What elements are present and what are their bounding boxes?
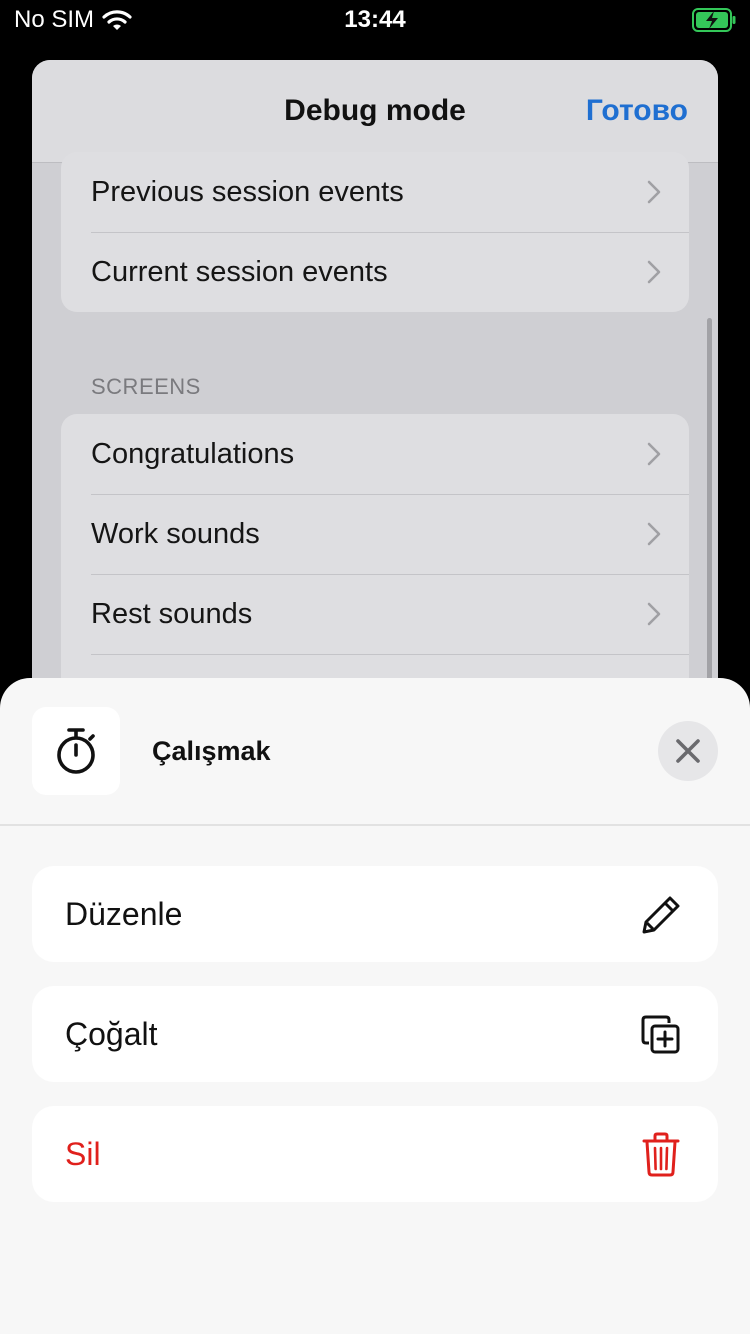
action-sheet-header: Çalışmak [0,678,750,826]
close-icon [676,739,700,763]
status-time: 13:44 [344,6,406,33]
sheet-title: Çalışmak [152,736,271,766]
debug-row-label: Work sounds [91,518,260,550]
debug-row-label: Previous session events [91,176,404,208]
timer-icon-box [32,707,120,795]
status-bar: No SIM 13:44 [0,0,750,40]
debug-row-work-sounds[interactable]: Work sounds [61,494,689,574]
debug-mode-modal: Debug mode Готово Previous session event… [32,60,718,760]
duplicate-label: Çoğalt [65,1016,158,1052]
debug-modal-header: Debug mode Готово [32,60,718,163]
stopwatch-icon [57,728,95,774]
debug-row-rest-sounds[interactable]: Rest sounds [61,574,689,654]
debug-row-current-session-events[interactable]: Current session events [61,232,689,312]
session-events-group: Previous session events Current session … [61,152,689,312]
done-button[interactable]: Готово [586,94,688,128]
pencil-icon [642,896,680,934]
scroll-indicator[interactable] [707,318,712,738]
screens-section-header: SCREENS [91,374,201,399]
debug-row-label: Current session events [91,256,388,288]
battery-charging-icon [692,8,736,32]
screen: No SIM 13:44 Debug mode Готово Previous … [0,0,750,1334]
chevron-right-icon [647,260,661,284]
action-sheet: Çalışmak Düzenle Çoğalt Sil [0,678,750,1334]
delete-label: Sil [65,1136,101,1172]
edit-button[interactable]: Düzenle [32,866,718,962]
debug-row-previous-session-events[interactable]: Previous session events [61,152,689,232]
debug-row-label: Rest sounds [91,598,253,630]
close-button[interactable] [658,721,718,781]
chevron-right-icon [647,602,661,626]
trash-icon [642,1132,680,1177]
duplicate-icon [641,1015,680,1054]
chevron-right-icon [647,522,661,546]
chevron-right-icon [647,442,661,466]
duplicate-button[interactable]: Çoğalt [32,986,718,1082]
chevron-right-icon [647,180,661,204]
delete-button[interactable]: Sil [32,1106,718,1202]
debug-row-label: Congratulations [91,438,295,470]
debug-row-congratulations[interactable]: Congratulations [61,414,689,494]
edit-label: Düzenle [65,896,183,932]
